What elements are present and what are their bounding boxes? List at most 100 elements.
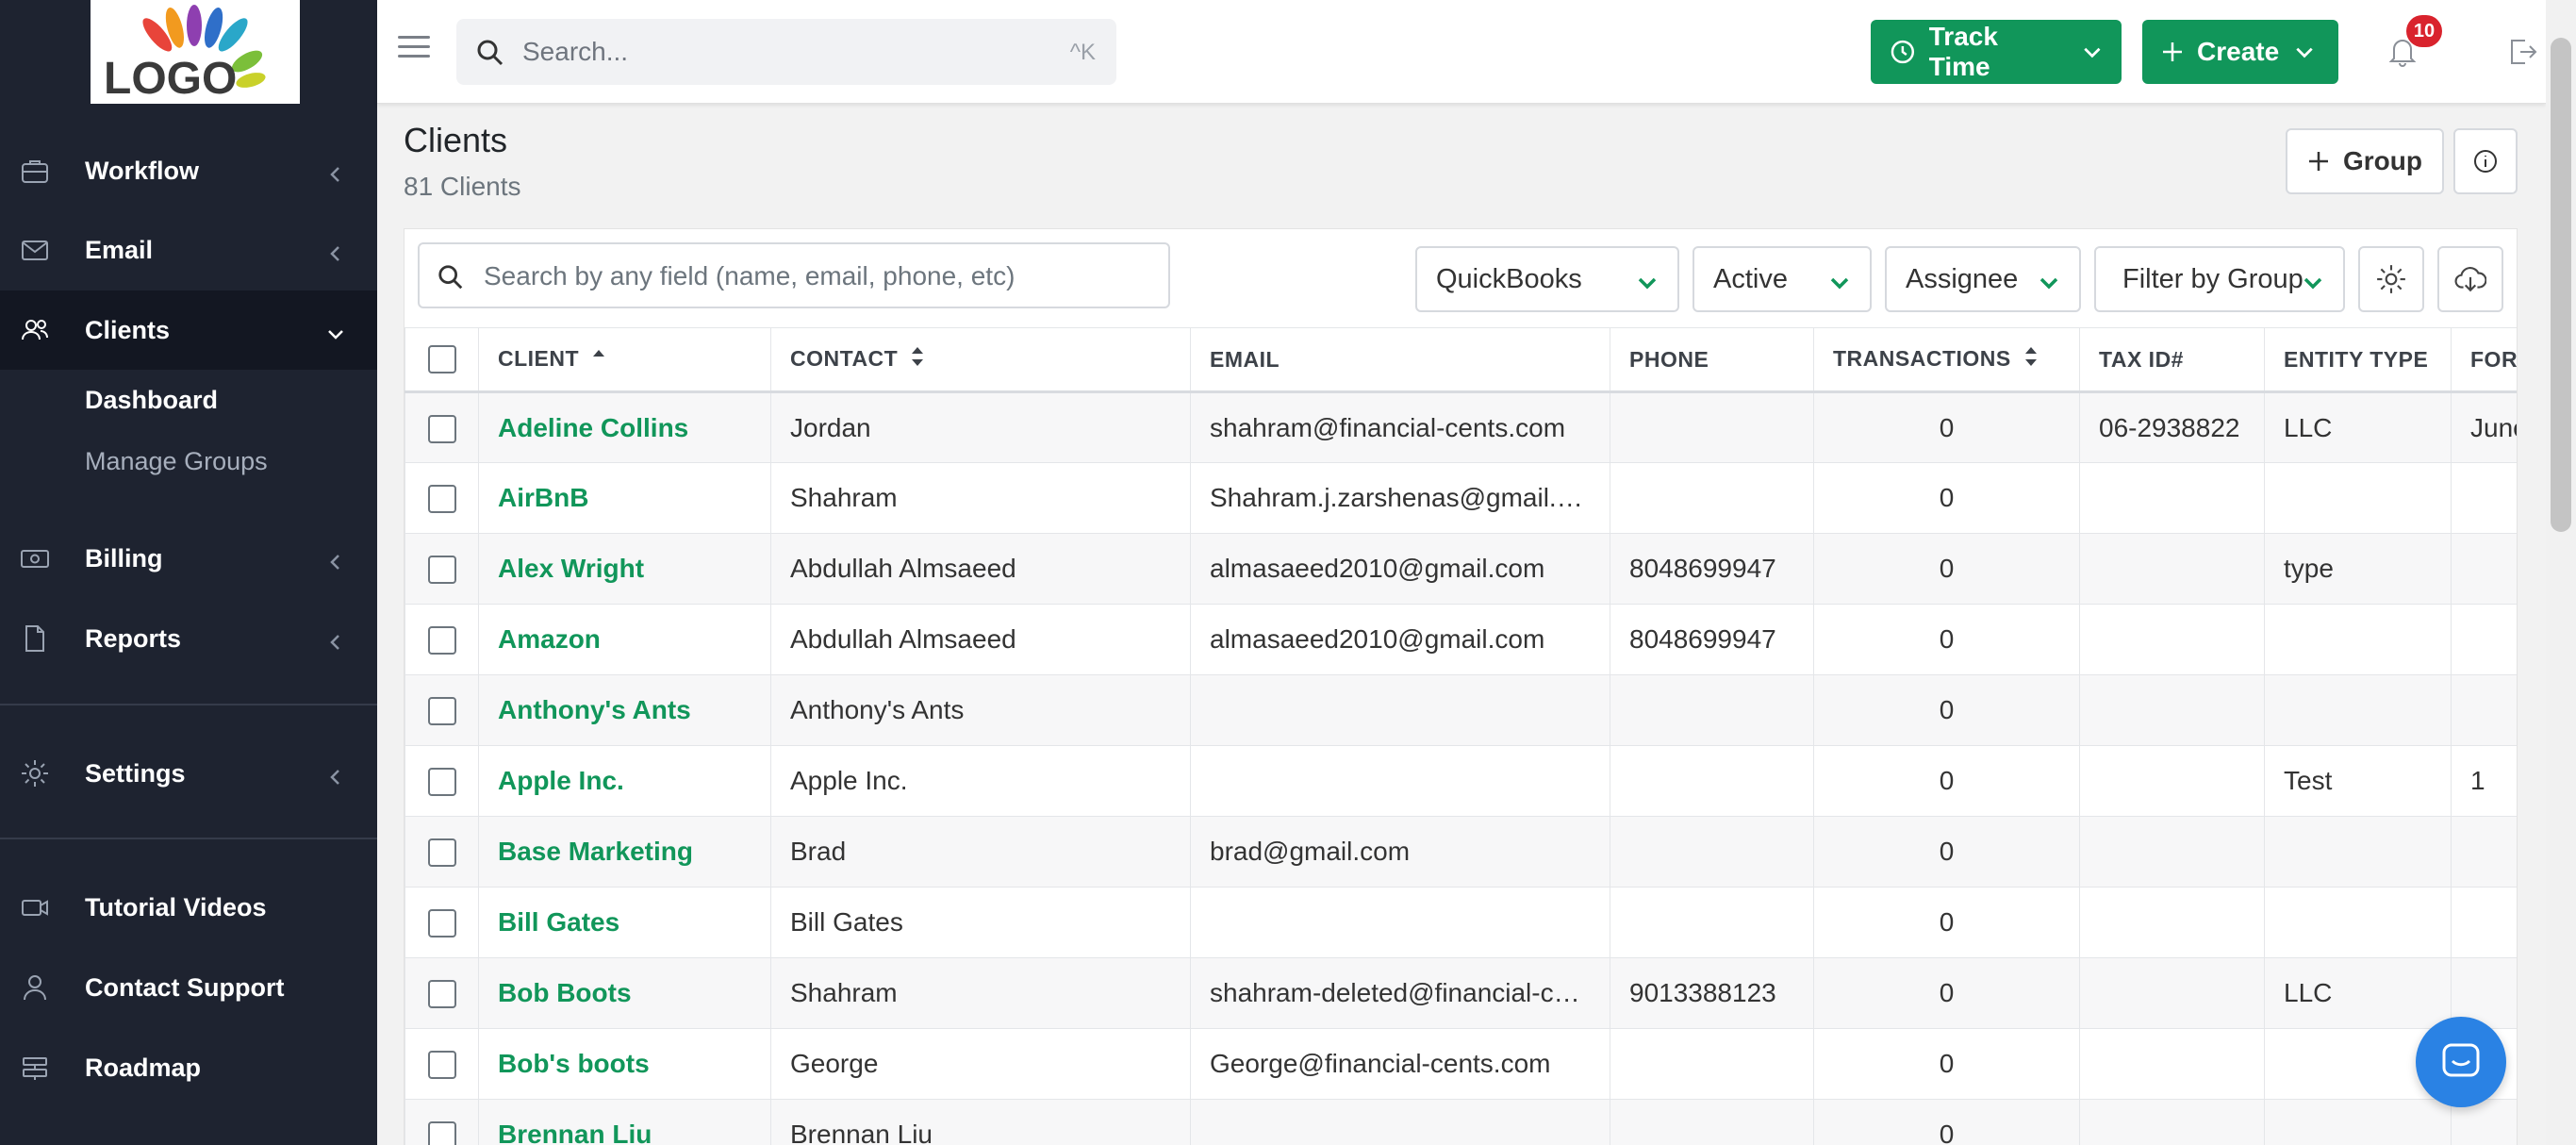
table-row[interactable]: Brennan Liu Brennan Liu 0: [405, 1099, 2517, 1145]
cell-client[interactable]: Anthony's Ants: [478, 674, 771, 746]
row-checkbox[interactable]: [427, 556, 456, 585]
column-header-label: TAX ID#: [2099, 346, 2184, 372]
row-checkbox[interactable]: [427, 485, 456, 514]
table-row[interactable]: Base Marketing Brad brad@gmail.com 0: [405, 816, 2517, 888]
table-row[interactable]: Anthony's Ants Anthony's Ants 0: [405, 674, 2517, 746]
table-search-input[interactable]: [484, 257, 1144, 295]
column-header-tax-id[interactable]: TAX ID#: [2079, 327, 2265, 393]
sidebar-item-workflow[interactable]: Workflow: [0, 131, 377, 210]
hamburger-menu-icon[interactable]: [398, 36, 430, 68]
page-scrollbar[interactable]: [2546, 0, 2576, 1145]
cell-client[interactable]: AirBnB: [478, 462, 771, 534]
row-checkbox[interactable]: [427, 909, 456, 938]
cell-client[interactable]: Apple Inc.: [478, 745, 771, 817]
cell-client[interactable]: Amazon: [478, 604, 771, 675]
cell-entity-type: [2264, 674, 2452, 746]
row-checkbox[interactable]: [427, 980, 456, 1009]
logout-icon[interactable]: [2506, 36, 2538, 68]
sidebar-subitem-manage-groups[interactable]: Manage Groups: [85, 447, 268, 476]
row-checkbox[interactable]: [427, 768, 456, 797]
cell-formed: [2451, 887, 2517, 958]
table-row[interactable]: Bill Gates Bill Gates 0: [405, 887, 2517, 958]
column-header-transactions[interactable]: TRANSACTIONS: [1813, 327, 2080, 393]
table-row[interactable]: Apple Inc. Apple Inc. 0 Test 1: [405, 745, 2517, 817]
select-all-checkbox[interactable]: [427, 345, 456, 373]
table-row[interactable]: AirBnB Shahram Shahram.j.zarshenas@gmail.c…: [405, 462, 2517, 534]
assignee-filter[interactable]: Assignee: [1885, 246, 2081, 312]
row-checkbox[interactable]: [427, 697, 456, 726]
cell-formed: June: [2451, 391, 2517, 463]
chat-launcher-button[interactable]: [2416, 1017, 2506, 1107]
track-time-button[interactable]: Track Time: [1871, 20, 2122, 84]
sidebar-item-reports[interactable]: Reports: [0, 599, 377, 678]
table-row[interactable]: Adeline Collins Jordan shahram@financial-c…: [405, 391, 2517, 463]
cell-contact: Abdullah Almsaeed: [770, 533, 1191, 605]
row-checkbox[interactable]: [427, 626, 456, 655]
cell-transactions: 0: [1813, 745, 2080, 817]
assignee-filter-label: Assignee: [1906, 263, 2019, 294]
column-header-email[interactable]: EMAIL: [1190, 327, 1610, 393]
sidebar-item-email[interactable]: Email: [0, 210, 377, 290]
cell-contact: Shahram: [770, 462, 1191, 534]
row-checkbox[interactable]: [427, 1051, 456, 1080]
column-header-phone[interactable]: PHONE: [1610, 327, 1814, 393]
cell-client[interactable]: Brennan Liu: [478, 1099, 771, 1145]
column-header-contact[interactable]: CONTACT: [770, 327, 1191, 393]
table-row[interactable]: Alex Wright Abdullah Almsaeed almasaeed201…: [405, 533, 2517, 605]
logo[interactable]: LOGO: [91, 0, 300, 104]
sidebar-item-settings[interactable]: Settings: [0, 734, 377, 813]
cell-client[interactable]: Adeline Collins: [478, 391, 771, 463]
export-button[interactable]: [2437, 246, 2503, 312]
cell-email: [1190, 674, 1610, 746]
cell-formed: 1: [2451, 745, 2517, 817]
svg-text:LOGO: LOGO: [104, 54, 237, 102]
cell-contact: Apple Inc.: [770, 745, 1191, 817]
table-row[interactable]: Bob's boots George George@financial-cents.…: [405, 1028, 2517, 1100]
topbar: ^K Track Time Create 10: [377, 0, 2546, 104]
cell-transactions: 0: [1813, 674, 2080, 746]
cell-entity-type: LLC: [2264, 391, 2452, 463]
sidebar-item-billing[interactable]: Billing: [0, 519, 377, 598]
cell-entity-type: [2264, 462, 2452, 534]
column-header-label: FORM: [2470, 346, 2518, 372]
sidebar-item-label: Roadmap: [85, 1053, 202, 1082]
chevron-left-icon: [326, 161, 345, 182]
cell-tax-id: [2079, 957, 2265, 1029]
cell-transactions: 0: [1813, 1028, 2080, 1100]
cell-client[interactable]: Bob Boots: [478, 957, 771, 1029]
global-search[interactable]: ^K: [456, 19, 1116, 85]
table-row[interactable]: Amazon Abdullah Almsaeed almasaeed2010@gma…: [405, 604, 2517, 675]
sidebar-item-tutorial-videos[interactable]: Tutorial Videos: [0, 868, 377, 947]
group-filter[interactable]: Filter by Group: [2094, 246, 2345, 312]
row-checkbox[interactable]: [427, 414, 456, 443]
column-header-client[interactable]: CLIENT: [478, 327, 771, 393]
row-checkbox[interactable]: [427, 1121, 456, 1145]
sidebar-item-roadmap[interactable]: Roadmap: [0, 1028, 377, 1107]
table-search[interactable]: [418, 242, 1170, 308]
cell-email: [1190, 887, 1610, 958]
info-button[interactable]: [2453, 128, 2518, 194]
create-button[interactable]: Create: [2142, 20, 2338, 84]
row-checkbox[interactable]: [427, 838, 456, 868]
column-header-formed[interactable]: FORM: [2451, 327, 2518, 393]
quickbooks-filter[interactable]: QuickBooks: [1415, 246, 1679, 312]
status-filter-label: Active: [1713, 263, 1788, 294]
global-search-input[interactable]: [522, 32, 1013, 72]
cell-client[interactable]: Bill Gates: [478, 887, 771, 958]
cell-client[interactable]: Bob's boots: [478, 1028, 771, 1100]
table-row[interactable]: Bob Boots Shahram shahram-deleted@financia…: [405, 957, 2517, 1029]
column-header-entity-type[interactable]: ENTITY TYPE: [2264, 327, 2452, 393]
sidebar-item-contact-support[interactable]: Contact Support: [0, 948, 377, 1027]
add-group-button[interactable]: Group: [2286, 128, 2444, 194]
cell-client[interactable]: Alex Wright: [478, 533, 771, 605]
status-filter[interactable]: Active: [1693, 246, 1872, 312]
gear-icon: [19, 757, 51, 789]
sidebar-item-clients[interactable]: Clients: [0, 290, 377, 370]
cell-client[interactable]: Base Marketing: [478, 816, 771, 888]
column-settings-button[interactable]: [2358, 246, 2424, 312]
sidebar-subitem-dashboard[interactable]: Dashboard: [85, 386, 218, 415]
cell-formed: [2451, 674, 2517, 746]
client-count: 81 Clients: [404, 172, 521, 201]
scrollbar-thumb[interactable]: [2551, 38, 2571, 532]
column-header-label: PHONE: [1629, 346, 1709, 372]
